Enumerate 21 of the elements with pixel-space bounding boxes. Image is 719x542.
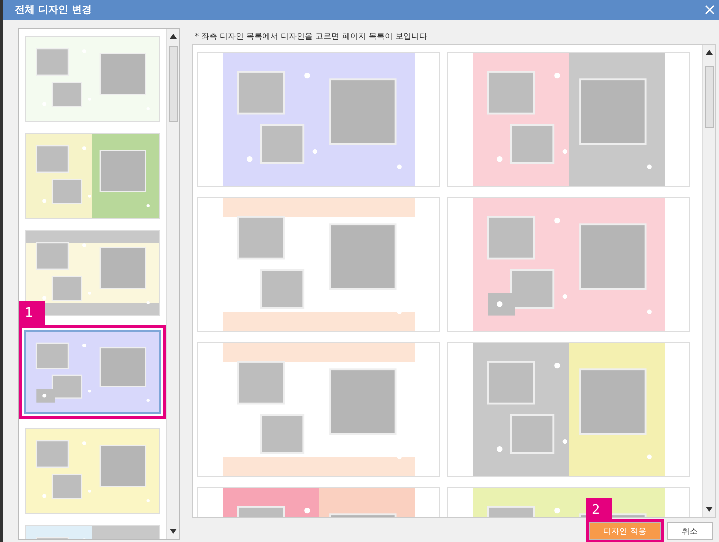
- scroll-up-icon[interactable]: [706, 50, 712, 55]
- scroll-thumb[interactable]: [704, 66, 714, 128]
- callout-badge: 2: [586, 498, 612, 522]
- scroll-thumb[interactable]: [168, 46, 178, 122]
- hint-text: * 좌측 디자인 목록에서 디자인을 고르면 페이지 목록이 보입니다: [194, 30, 428, 42]
- page-card[interactable]: [447, 342, 690, 477]
- scrollbar[interactable]: [702, 45, 715, 517]
- scroll-down-icon[interactable]: [706, 507, 712, 512]
- design-thumbnail[interactable]: [19, 325, 166, 419]
- page-card[interactable]: [447, 52, 690, 187]
- page-card[interactable]: [197, 197, 440, 332]
- window-title: 전체 디자인 변경: [15, 4, 92, 17]
- scroll-up-icon[interactable]: [170, 34, 176, 39]
- callout-badge: 1: [19, 301, 45, 325]
- scroll-down-icon[interactable]: [170, 529, 176, 534]
- cancel-button[interactable]: 취소: [667, 522, 713, 540]
- page-card[interactable]: [197, 52, 440, 187]
- page-card[interactable]: [447, 197, 690, 332]
- close-icon[interactable]: [705, 5, 715, 15]
- page-card[interactable]: [197, 342, 440, 477]
- scrollbar[interactable]: [166, 29, 179, 539]
